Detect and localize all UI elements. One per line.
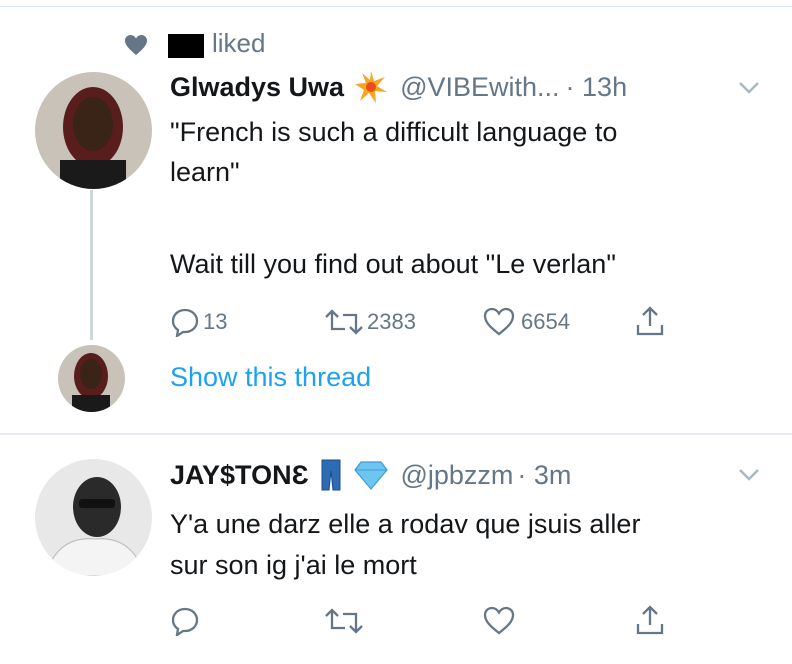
- tweet-text-line-2: learn": [170, 157, 240, 187]
- heart-icon: [124, 34, 148, 56]
- top-divider: [0, 6, 792, 7]
- tweet-text-line-1: Y'a une darz elle a rodav que jsuis alle…: [170, 509, 641, 539]
- like-icon[interactable]: [483, 307, 515, 337]
- reply-icon[interactable]: [170, 307, 200, 337]
- author-name[interactable]: JAY$TONƐ: [170, 460, 308, 491]
- timestamp[interactable]: · 3m: [517, 460, 571, 491]
- tweet-text-line-3: Wait till you find out about "Le verlan": [170, 249, 616, 279]
- flag-icon: [168, 34, 204, 58]
- retweet-icon[interactable]: [323, 606, 365, 636]
- thread-avatar[interactable]: [58, 345, 125, 412]
- jeans-emoji-icon: [320, 459, 342, 491]
- author-name[interactable]: Glwadys Uwa: [170, 72, 344, 103]
- gem-emoji-icon: [354, 460, 389, 490]
- retweet-icon[interactable]: [323, 307, 365, 337]
- avatar[interactable]: [35, 459, 152, 576]
- avatar[interactable]: [35, 72, 152, 189]
- tweet-header: Glwadys Uwa @VIBEwith... · 13h: [170, 70, 627, 104]
- share-icon[interactable]: [634, 305, 666, 337]
- chevron-down-icon[interactable]: [737, 467, 761, 483]
- thread-connector-line: [90, 190, 93, 340]
- social-context-label: liked: [212, 28, 266, 58]
- like-icon[interactable]: [483, 606, 515, 636]
- retweet-count: 2383: [367, 309, 416, 334]
- like-count: 6654: [521, 309, 570, 334]
- explosion-emoji-icon: [354, 70, 388, 104]
- author-handle[interactable]: @VIBEwith...: [400, 72, 559, 103]
- tweet-text-line-2: sur son ig j'ai le mort: [170, 550, 417, 580]
- tweet-divider: [0, 433, 792, 435]
- show-thread-link[interactable]: Show this thread: [170, 362, 371, 393]
- author-handle[interactable]: @jpbzzm: [400, 460, 513, 491]
- tweet-text-line-1: "French is such a difficult language to: [170, 117, 618, 147]
- chevron-down-icon[interactable]: [737, 80, 761, 96]
- timestamp[interactable]: · 13h: [566, 72, 628, 103]
- tweet-header: JAY$TONƐ @jpbzzm · 3m: [170, 459, 571, 491]
- reply-count: 13: [203, 309, 228, 334]
- share-icon[interactable]: [634, 604, 666, 636]
- reply-icon[interactable]: [170, 606, 200, 636]
